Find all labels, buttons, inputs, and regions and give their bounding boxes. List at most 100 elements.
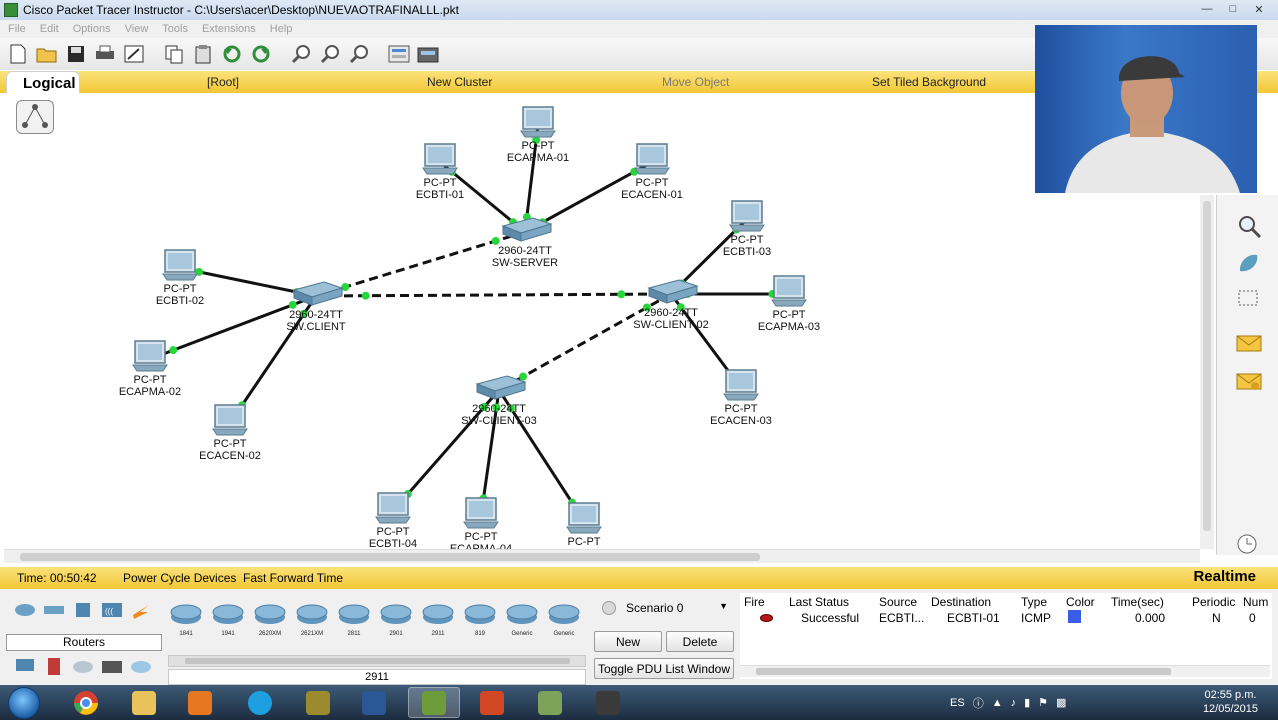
pc-device[interactable]: PC-PT	[566, 502, 602, 548]
taskbar-explorer[interactable]	[118, 687, 170, 718]
network-icon[interactable]: ▲	[992, 697, 1003, 709]
pc-device[interactable]: PC-PTECACEN-02	[199, 404, 261, 462]
palette-button[interactable]	[387, 42, 411, 66]
device-item[interactable]: Generic	[504, 601, 540, 637]
multiuser-category-icon[interactable]	[130, 657, 152, 675]
taskbar-clock[interactable]: 02:55 p.m. 12/05/2015	[1203, 688, 1258, 716]
menu-edit[interactable]: Edit	[40, 23, 59, 35]
device-item[interactable]: 2811	[336, 601, 372, 637]
paste-button[interactable]	[191, 42, 215, 66]
canvas-vertical-scrollbar[interactable]	[1200, 195, 1214, 549]
pc-device[interactable]: PC-PTECBTI-01	[416, 143, 464, 201]
routers-category-icon[interactable]	[14, 601, 36, 619]
language-indicator[interactable]: ES	[950, 697, 965, 709]
maximize-button[interactable]: □	[1222, 1, 1244, 17]
pc-device[interactable]: PC-PTECBTI-02	[156, 249, 204, 307]
toggle-pdu-list-button[interactable]: Toggle PDU List Window	[594, 658, 734, 679]
new-file-button[interactable]	[6, 42, 30, 66]
device-item[interactable]: 819	[462, 601, 498, 637]
switch-device[interactable]: 2960-24TTSW-SERVER	[492, 217, 558, 269]
device-item[interactable]: 2911	[420, 601, 456, 637]
new-scenario-button[interactable]: New	[594, 631, 662, 652]
workspace-canvas[interactable]: 2960-24TT SW-SERVER 2960-24TT SW.CLIENT 2960…	[4, 93, 1200, 549]
col-last-status[interactable]: Last Status	[789, 593, 879, 610]
help-icon[interactable]: ⓘ	[973, 695, 984, 711]
add-complex-pdu-button[interactable]	[1235, 367, 1263, 395]
pc-device[interactable]: PC-PTECAPMA-04	[450, 497, 512, 549]
taskbar-chrome[interactable]	[60, 687, 112, 718]
fire-cell[interactable]	[740, 610, 789, 626]
end-devices-category-icon[interactable]	[14, 657, 36, 675]
zoom-out-button[interactable]	[347, 42, 371, 66]
pc-device[interactable]: PC-PTECACEN-03	[710, 369, 772, 427]
pc-device[interactable]: PC-PTECBTI-04	[369, 492, 417, 549]
menu-view[interactable]: View	[125, 23, 149, 35]
taskbar-skype[interactable]	[234, 687, 286, 718]
device-item[interactable]: 2621XM	[294, 601, 330, 637]
inspect-button[interactable]	[1235, 213, 1263, 241]
fire-indicator-icon[interactable]	[760, 614, 773, 622]
col-type[interactable]: Type	[1021, 593, 1066, 610]
taskbar-app-9[interactable]	[524, 687, 576, 718]
wan-emulation-category-icon[interactable]	[72, 657, 94, 675]
power-cycle-button[interactable]: Power Cycle Devices	[123, 571, 236, 585]
menu-file[interactable]: File	[8, 23, 26, 35]
device-item[interactable]: 2901	[378, 601, 414, 637]
move-object-button[interactable]: Move Object	[662, 75, 729, 89]
connections-category-icon[interactable]	[130, 601, 152, 619]
security-category-icon[interactable]	[43, 657, 65, 675]
table-row[interactable]: Successful ECBTI... ECBTI-01 ICMP 0.000 …	[740, 610, 1271, 626]
place-note-button[interactable]	[1235, 249, 1263, 277]
logical-tab[interactable]: Logical	[6, 71, 80, 95]
switches-category-icon[interactable]	[43, 601, 65, 619]
zoom-reset-button[interactable]	[318, 42, 342, 66]
taskbar-camera[interactable]	[582, 687, 634, 718]
print-button[interactable]	[93, 42, 117, 66]
menu-extensions[interactable]: Extensions	[202, 23, 256, 35]
save-button[interactable]	[64, 42, 88, 66]
taskbar-packet-tracer[interactable]	[408, 687, 460, 718]
col-num[interactable]: Num	[1243, 593, 1271, 610]
signal-icon[interactable]: ▩	[1056, 696, 1066, 709]
pc-device[interactable]: PC-PTECAPMA-01	[507, 106, 569, 164]
select-area-button[interactable]	[1235, 285, 1263, 313]
copy-button[interactable]	[162, 42, 186, 66]
flag-icon[interactable]: ⚑	[1038, 696, 1048, 709]
canvas-horizontal-scrollbar[interactable]	[4, 549, 1200, 563]
set-tiled-background-button[interactable]: Set Tiled Background	[872, 75, 986, 89]
minimize-button[interactable]: —	[1196, 1, 1218, 17]
root-button[interactable]: [Root]	[207, 75, 239, 89]
pc-device[interactable]: PC-PTECAPMA-03	[758, 275, 820, 333]
delete-scenario-button[interactable]: Delete	[666, 631, 734, 652]
device-item[interactable]: 1941	[210, 601, 246, 637]
taskbar-powerpoint[interactable]	[466, 687, 518, 718]
menu-help[interactable]: Help	[270, 23, 293, 35]
custom-devices-category-icon[interactable]	[101, 657, 123, 675]
pc-device[interactable]: PC-PTECBTI-03	[723, 200, 771, 258]
col-periodic[interactable]: Periodic	[1192, 593, 1243, 610]
new-cluster-button[interactable]: New Cluster	[427, 75, 492, 89]
realtime-mode-button[interactable]	[1233, 533, 1261, 561]
volume-icon[interactable]: ♪	[1011, 697, 1017, 709]
menu-tools[interactable]: Tools	[162, 23, 188, 35]
open-button[interactable]	[35, 42, 59, 66]
device-item[interactable]: 2620XM	[252, 601, 288, 637]
taskbar-media-player[interactable]	[174, 687, 226, 718]
col-fire[interactable]: Fire	[740, 593, 789, 610]
add-simple-pdu-button[interactable]	[1235, 329, 1263, 357]
col-destination[interactable]: Destination	[931, 593, 1021, 610]
close-button[interactable]: ✕	[1248, 1, 1270, 17]
device-item[interactable]: Generic	[546, 601, 582, 637]
custom-device-button[interactable]	[416, 42, 440, 66]
start-button[interactable]	[8, 687, 40, 719]
activity-wizard-button[interactable]	[122, 42, 146, 66]
fast-forward-button[interactable]: Fast Forward Time	[243, 571, 343, 585]
zoom-in-button[interactable]	[289, 42, 313, 66]
redo-button[interactable]	[249, 42, 273, 66]
menu-options[interactable]: Options	[73, 23, 111, 35]
col-time[interactable]: Time(sec)	[1111, 593, 1192, 610]
taskbar-app-5[interactable]	[292, 687, 344, 718]
device-item[interactable]: 1841	[168, 601, 204, 637]
scenario-select[interactable]: Scenario 0 ▼	[622, 599, 734, 617]
battery-icon[interactable]: ▮	[1024, 696, 1030, 709]
